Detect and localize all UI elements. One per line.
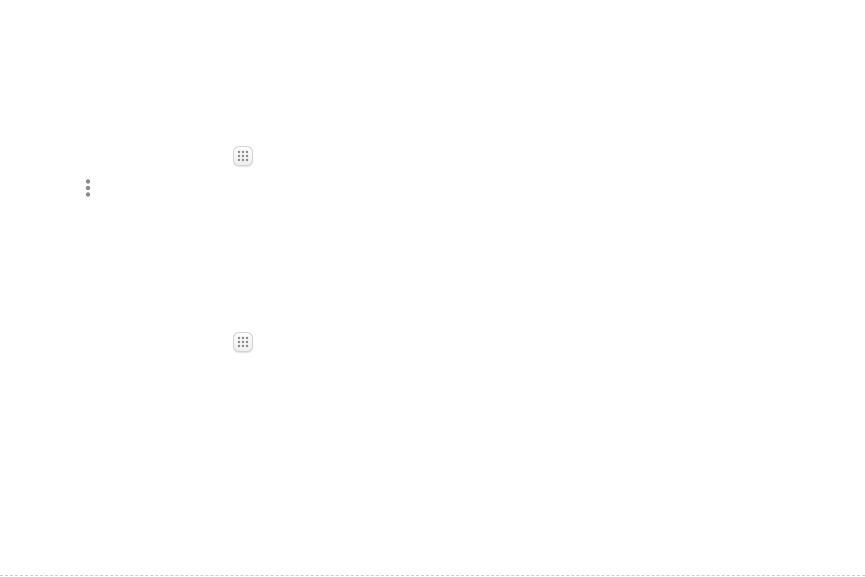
apps-icon[interactable] — [233, 146, 253, 166]
apps-grid-icon — [237, 336, 249, 348]
apps-icon[interactable] — [233, 332, 253, 352]
apps-grid-icon — [237, 150, 249, 162]
more-options-icon[interactable] — [85, 179, 91, 197]
more-vertical-icon — [85, 179, 91, 197]
page — [0, 0, 865, 577]
bottom-divider — [0, 575, 865, 576]
